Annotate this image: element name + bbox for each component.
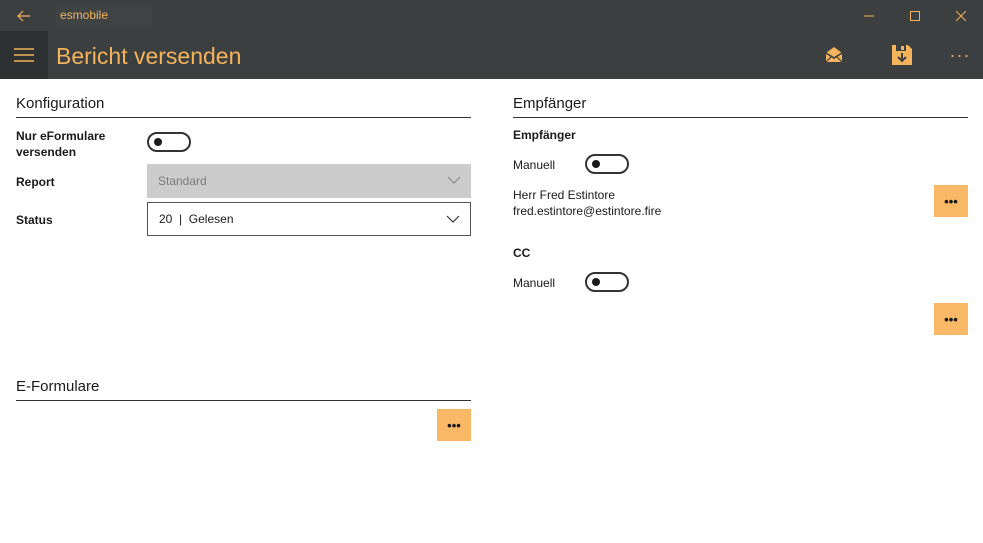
dots-icon: •••: [447, 417, 461, 433]
status-label: Status: [16, 213, 53, 227]
more-icon: ···: [949, 44, 971, 65]
close-icon: [956, 10, 966, 21]
status-value: 20 | Gelesen: [159, 212, 234, 226]
minimize-icon: [864, 15, 874, 16]
empfaenger-sub-label: Empfänger: [513, 128, 576, 142]
cc-manuell-label: Manuell: [513, 276, 556, 290]
eformulare-more-button[interactable]: •••: [437, 409, 471, 441]
chevron-down-icon: [447, 176, 461, 184]
status-select[interactable]: 20 | Gelesen: [147, 202, 471, 236]
dots-icon: •••: [944, 193, 958, 209]
back-arrow-icon: [17, 10, 30, 21]
section-divider: [16, 400, 471, 401]
dots-icon: •••: [944, 311, 958, 327]
section-divider: [513, 117, 968, 118]
recipient-email: fred.estintore@estintore.fire: [513, 204, 662, 218]
back-button[interactable]: [0, 0, 48, 31]
save-download-icon: [892, 45, 912, 65]
send-mail-icon: [825, 47, 843, 63]
app-bar: Bericht versenden ···: [0, 31, 983, 79]
report-label: Report: [16, 175, 55, 189]
send-mail-button[interactable]: [810, 31, 858, 79]
report-value: Standard: [158, 174, 207, 188]
cc-more-button[interactable]: •••: [934, 303, 968, 335]
close-button[interactable]: [938, 0, 983, 31]
nur-eformulare-toggle[interactable]: [147, 132, 191, 152]
more-button[interactable]: ···: [936, 31, 983, 79]
manuell-toggle[interactable]: [585, 154, 629, 174]
recipient-more-button[interactable]: •••: [934, 185, 968, 217]
recipient-name: Herr Fred Estintore: [513, 188, 616, 202]
cc-manuell-toggle[interactable]: [585, 272, 629, 292]
section-title-konfiguration: Konfiguration: [16, 95, 105, 112]
report-select: Standard: [147, 164, 471, 198]
cc-label: CC: [513, 246, 531, 260]
window-titlebar: esmobile: [0, 0, 983, 31]
minimize-button[interactable]: [846, 0, 892, 31]
section-divider: [16, 117, 471, 118]
section-title-eformulare: E-Formulare: [16, 378, 100, 395]
maximize-icon: [910, 10, 920, 21]
nur-eformulare-label: Nur eFormulare versenden: [16, 129, 106, 159]
app-name: esmobile: [60, 8, 109, 22]
page-title: Bericht versenden: [56, 43, 242, 69]
hamburger-menu-icon: [14, 48, 34, 62]
hamburger-button[interactable]: [0, 31, 48, 79]
save-button[interactable]: [878, 31, 926, 79]
manuell-label: Manuell: [513, 158, 556, 172]
chevron-down-icon: [446, 215, 460, 223]
section-title-empfaenger: Empfänger: [513, 95, 587, 112]
maximize-button[interactable]: [892, 0, 938, 31]
